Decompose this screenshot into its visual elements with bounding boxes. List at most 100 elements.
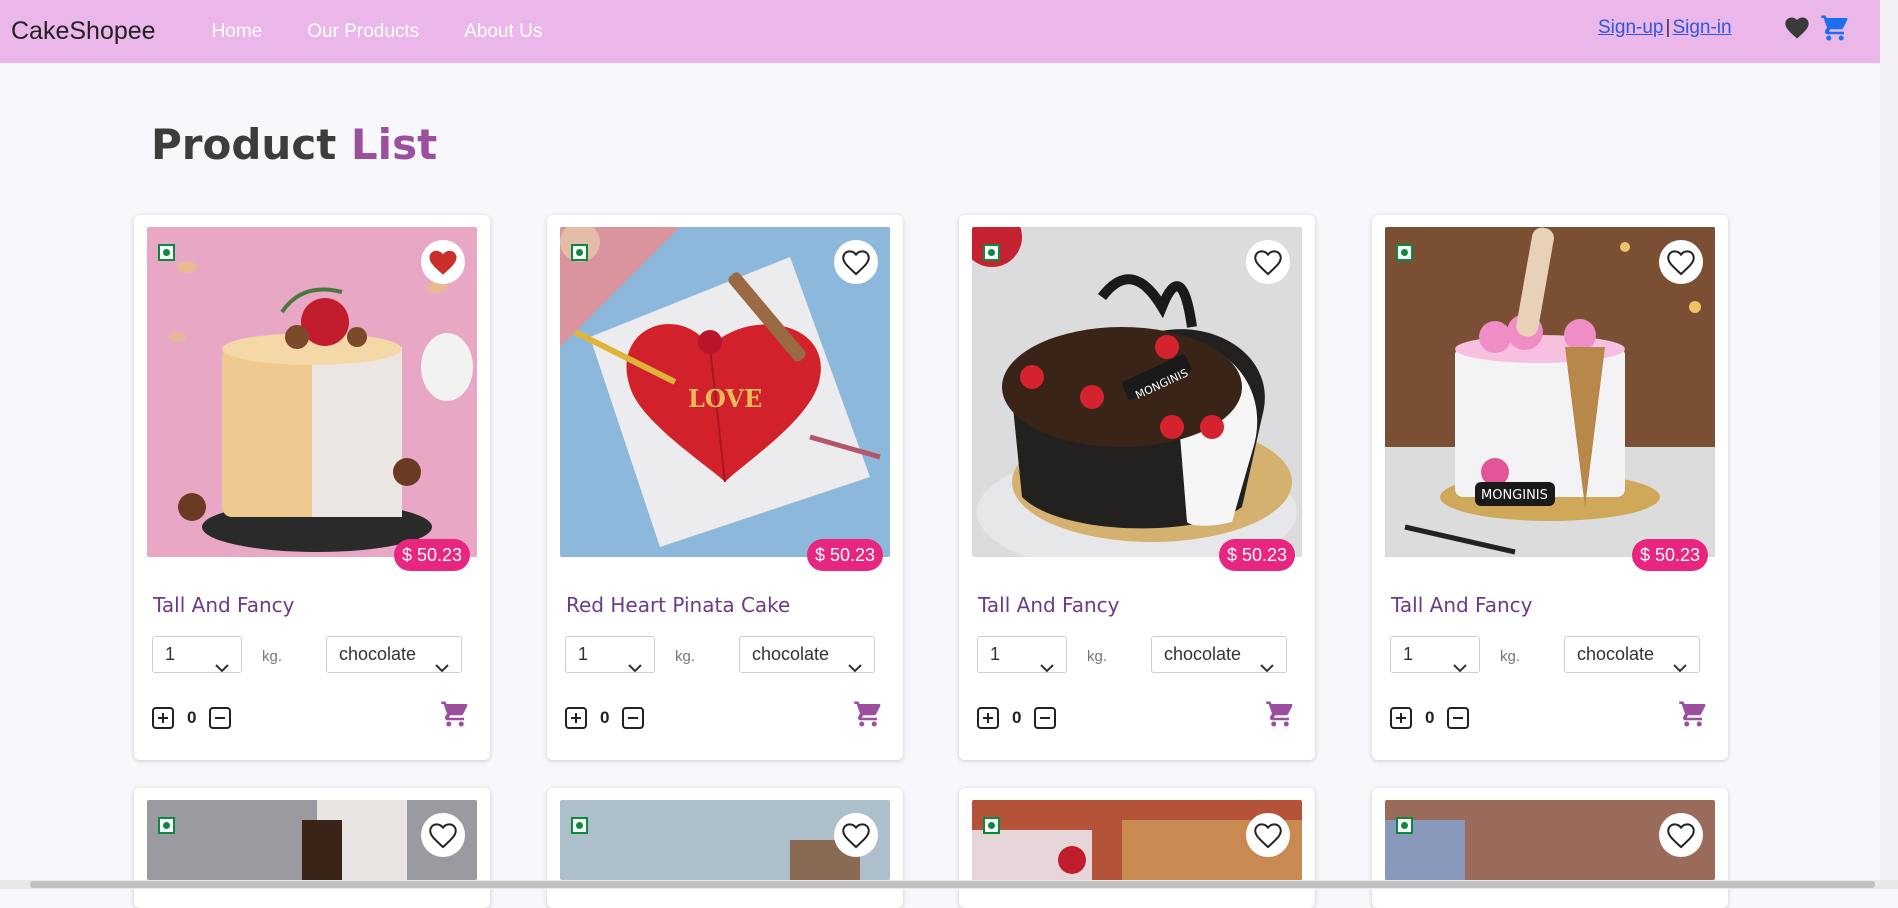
product-name[interactable]: Tall And Fancy bbox=[1391, 593, 1532, 617]
signin-link[interactable]: Sign-in bbox=[1672, 17, 1731, 38]
plus-square-icon[interactable] bbox=[977, 707, 999, 729]
flavor-value: chocolate bbox=[752, 644, 830, 664]
count-value: 0 bbox=[187, 708, 197, 727]
product-card: $ 50.23 Tall And Fancy 1 kg. chocolate 0 bbox=[134, 215, 490, 760]
add-to-cart-icon[interactable] bbox=[853, 699, 883, 734]
title-part2: List bbox=[350, 120, 438, 169]
quantity-select[interactable]: 1 bbox=[1390, 636, 1480, 673]
product-card bbox=[959, 788, 1315, 908]
flavor-select[interactable]: chocolate bbox=[739, 636, 875, 673]
price-badge: $ 50.23 bbox=[394, 539, 471, 571]
nav-about-us[interactable]: About Us bbox=[464, 21, 542, 43]
veg-mark-icon bbox=[983, 244, 1000, 261]
product-name[interactable]: Tall And Fancy bbox=[153, 593, 294, 617]
product-card: MONGINIS $ 50.23 Tall And Fancy 1 kg. ch… bbox=[959, 215, 1315, 760]
nav-our-products[interactable]: Our Products bbox=[307, 21, 419, 43]
veg-mark-icon bbox=[983, 817, 1000, 834]
favorite-heart-icon[interactable] bbox=[1246, 240, 1290, 284]
count-stepper: 0 bbox=[565, 707, 645, 729]
count-stepper: 0 bbox=[977, 707, 1057, 729]
horizontal-scrollbar[interactable] bbox=[0, 880, 1898, 889]
unit-label: kg. bbox=[1087, 648, 1108, 665]
cart-icon[interactable] bbox=[1820, 13, 1850, 48]
product-name[interactable]: Red Heart Pinata Cake bbox=[566, 593, 790, 617]
brand-logo[interactable]: CakeShopee bbox=[11, 17, 156, 46]
veg-mark-icon bbox=[158, 244, 175, 261]
count-stepper: 0 bbox=[152, 707, 232, 729]
count-value: 0 bbox=[1012, 708, 1022, 727]
svg-text:LOVE: LOVE bbox=[688, 384, 762, 413]
price-badge: $ 50.23 bbox=[1219, 539, 1296, 571]
favorite-heart-filled-icon[interactable] bbox=[421, 240, 465, 284]
favorite-heart-icon[interactable] bbox=[1246, 813, 1290, 857]
flavor-value: chocolate bbox=[1164, 644, 1242, 664]
veg-mark-icon bbox=[1396, 244, 1413, 261]
unit-label: kg. bbox=[675, 648, 696, 665]
horizontal-scrollbar-thumb[interactable] bbox=[30, 881, 1875, 888]
veg-mark-icon bbox=[571, 817, 588, 834]
quantity-select[interactable]: 1 bbox=[152, 636, 242, 673]
plus-square-icon[interactable] bbox=[1390, 707, 1412, 729]
product-card bbox=[547, 788, 903, 908]
minus-square-icon[interactable] bbox=[1034, 707, 1057, 729]
veg-mark-icon bbox=[571, 244, 588, 261]
unit-label: kg. bbox=[262, 648, 283, 665]
chevron-down-icon bbox=[215, 650, 229, 685]
price-badge: $ 50.23 bbox=[1632, 539, 1709, 571]
auth-links: Sign-up | Sign-in bbox=[1598, 17, 1732, 39]
product-card bbox=[1372, 788, 1728, 908]
unit-label: kg. bbox=[1500, 648, 1521, 665]
favorite-heart-icon[interactable] bbox=[1659, 240, 1703, 284]
minus-square-icon[interactable] bbox=[622, 707, 645, 729]
flavor-select[interactable]: chocolate bbox=[326, 636, 462, 673]
quantity-select[interactable]: 1 bbox=[977, 636, 1067, 673]
minus-square-icon[interactable] bbox=[1447, 707, 1470, 729]
flavor-select[interactable]: chocolate bbox=[1151, 636, 1287, 673]
plus-square-icon[interactable] bbox=[565, 707, 587, 729]
minus-square-icon[interactable] bbox=[209, 707, 232, 729]
navbar: CakeShopee Home Our Products About Us Si… bbox=[0, 0, 1880, 63]
quantity-value: 1 bbox=[165, 644, 176, 664]
favorite-heart-icon[interactable] bbox=[834, 813, 878, 857]
quantity-value: 1 bbox=[990, 644, 1001, 664]
auth-separator: | bbox=[1665, 17, 1671, 38]
flavor-select[interactable]: chocolate bbox=[1564, 636, 1700, 673]
quantity-value: 1 bbox=[578, 644, 589, 664]
add-to-cart-icon[interactable] bbox=[1265, 699, 1295, 734]
wishlist-heart-icon[interactable] bbox=[1783, 14, 1811, 47]
add-to-cart-icon[interactable] bbox=[440, 699, 470, 734]
chevron-down-icon bbox=[1453, 650, 1467, 685]
favorite-heart-icon[interactable] bbox=[834, 240, 878, 284]
title-part1: Product bbox=[151, 120, 351, 169]
veg-mark-icon bbox=[1396, 817, 1413, 834]
quantity-select[interactable]: 1 bbox=[565, 636, 655, 673]
nav-links: Home Our Products About Us bbox=[212, 21, 588, 43]
plus-square-icon[interactable] bbox=[152, 707, 174, 729]
favorite-heart-icon[interactable] bbox=[421, 813, 465, 857]
vertical-scroll-gutter bbox=[1880, 0, 1898, 889]
page-title: Product List bbox=[151, 120, 437, 169]
price-badge: $ 50.23 bbox=[807, 539, 884, 571]
chevron-down-icon bbox=[1260, 650, 1274, 685]
chevron-down-icon bbox=[628, 650, 642, 685]
chevron-down-icon bbox=[1040, 650, 1054, 685]
product-card: LOVE $ 50.23 Red Heart Pinata Cake 1 kg.… bbox=[547, 215, 903, 760]
count-value: 0 bbox=[1425, 708, 1435, 727]
svg-text:MONGINIS: MONGINIS bbox=[1481, 488, 1548, 503]
veg-mark-icon bbox=[158, 817, 175, 834]
flavor-value: chocolate bbox=[339, 644, 417, 664]
chevron-down-icon bbox=[848, 650, 862, 685]
product-card bbox=[134, 788, 490, 908]
add-to-cart-icon[interactable] bbox=[1678, 699, 1708, 734]
flavor-value: chocolate bbox=[1577, 644, 1655, 664]
favorite-heart-icon[interactable] bbox=[1659, 813, 1703, 857]
quantity-value: 1 bbox=[1403, 644, 1414, 664]
product-card: MONGINIS $ 50.23 Tall And Fancy 1 kg. ch… bbox=[1372, 215, 1728, 760]
nav-home[interactable]: Home bbox=[212, 21, 263, 43]
chevron-down-icon bbox=[1673, 650, 1687, 685]
count-value: 0 bbox=[600, 708, 610, 727]
chevron-down-icon bbox=[435, 650, 449, 685]
product-name[interactable]: Tall And Fancy bbox=[978, 593, 1119, 617]
count-stepper: 0 bbox=[1390, 707, 1470, 729]
signup-link[interactable]: Sign-up bbox=[1598, 17, 1664, 38]
